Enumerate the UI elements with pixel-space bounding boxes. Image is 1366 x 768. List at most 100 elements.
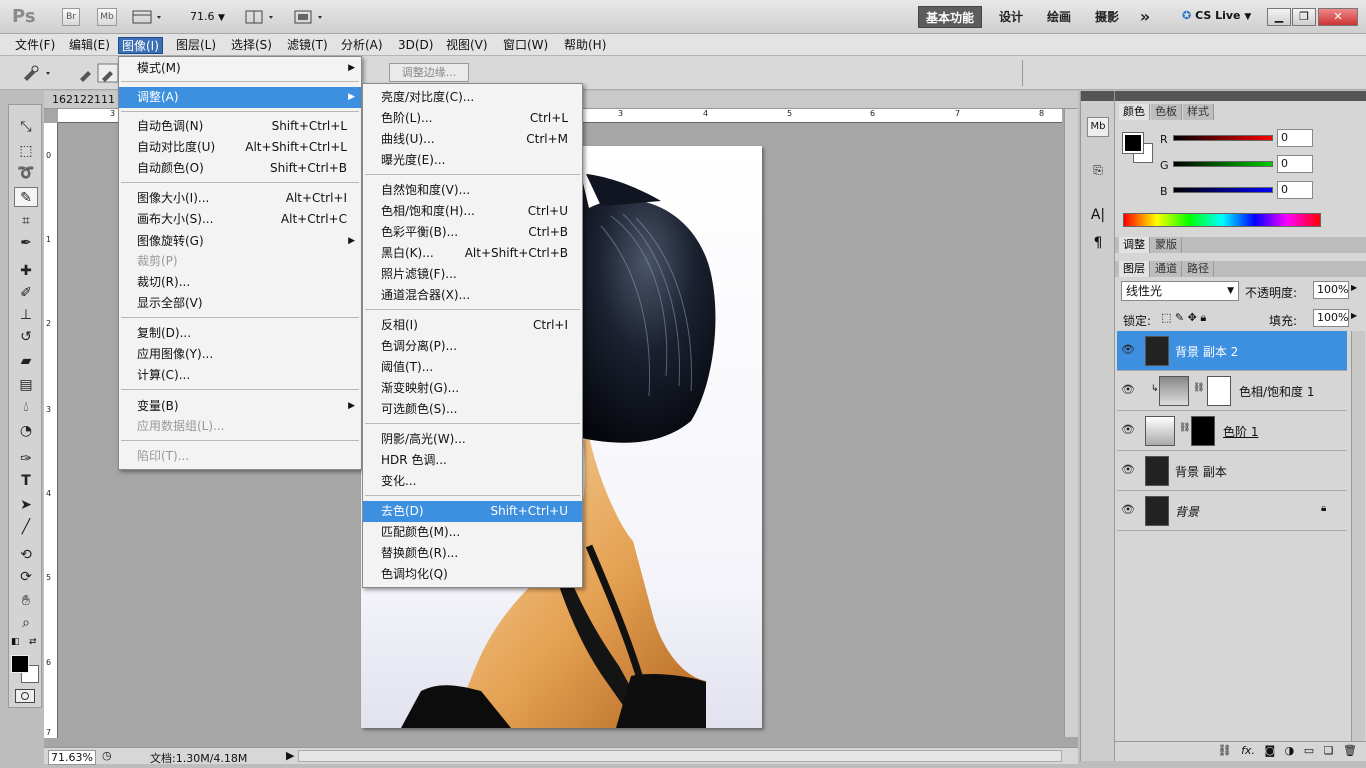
menu-item-variations[interactable]: 变化...	[363, 471, 582, 492]
menu-select[interactable]: 选择(S)	[228, 37, 275, 54]
quick-selection-tool[interactable]: ✎	[14, 187, 38, 207]
menu-item-hue-saturation[interactable]: 色相/饱和度(H)... Ctrl+U	[363, 201, 582, 222]
healing-brush-tool[interactable]: ✚	[14, 261, 38, 281]
green-value[interactable]: 0	[1277, 155, 1313, 173]
menu-item-exposure[interactable]: 曝光度(E)...	[363, 150, 582, 171]
layer-row[interactable]: 👁︎ ⛓︎ 色阶 1	[1117, 411, 1347, 451]
status-zoom[interactable]: 71.63%	[48, 750, 96, 765]
vertical-ruler[interactable]: 0 1 2 3 4 5 6 7	[44, 123, 58, 738]
link-layers-icon[interactable]: ⛓︎	[1218, 744, 1232, 757]
menu-item-photo-filter[interactable]: 照片滤镜(F)...	[363, 264, 582, 285]
tab-layers[interactable]: 图层	[1119, 261, 1150, 277]
blue-slider[interactable]	[1173, 187, 1273, 193]
horizontal-scrollbar[interactable]	[298, 750, 1062, 762]
menu-item-curves[interactable]: 曲线(U)... Ctrl+M	[363, 129, 582, 150]
zoom-level-select[interactable]: 71.6 ▼	[190, 10, 225, 23]
menu-view[interactable]: 视图(V)	[443, 37, 491, 54]
new-group-icon[interactable]: ▭	[1304, 744, 1314, 757]
menu-item-canvas-size[interactable]: 画布大小(S)... Alt+Ctrl+C	[119, 209, 361, 230]
new-layer-icon[interactable]: ❏	[1324, 744, 1334, 757]
minimize-button[interactable]: ▁	[1267, 8, 1291, 26]
menu-file[interactable]: 文件(F)	[12, 37, 58, 54]
3d-orbit-tool[interactable]: ⟳	[14, 567, 38, 587]
mini-bridge-button[interactable]: Mb	[97, 8, 117, 26]
line-tool[interactable]: ╱	[14, 517, 38, 537]
menu-item-shadows-highlights[interactable]: 阴影/高光(W)...	[363, 429, 582, 450]
workspace-essentials[interactable]: 基本功能	[918, 6, 982, 28]
swap-colors-button[interactable]: ⇄	[29, 637, 37, 647]
menu-item-black-white[interactable]: 黑白(K)... Alt+Shift+Ctrl+B	[363, 243, 582, 264]
menu-item-vibrance[interactable]: 自然饱和度(V)...	[363, 180, 582, 201]
status-info-icon[interactable]: ◷	[102, 749, 112, 762]
tab-adjustments[interactable]: 调整	[1119, 237, 1150, 253]
paragraph-panel-button[interactable]: ¶	[1087, 235, 1109, 255]
eye-icon[interactable]: 👁︎	[1121, 423, 1135, 436]
menu-item-trim[interactable]: 裁切(R)...	[119, 272, 361, 293]
layer-row[interactable]: 👁︎ 背景 副本	[1117, 451, 1347, 491]
blue-value[interactable]: 0	[1277, 181, 1313, 199]
menu-3d[interactable]: 3D(D)	[395, 37, 436, 54]
red-slider[interactable]	[1173, 135, 1273, 141]
menu-item-levels[interactable]: 色阶(L)... Ctrl+L	[363, 108, 582, 129]
menu-window[interactable]: 窗口(W)	[500, 37, 551, 54]
trash-icon[interactable]: 🗑︎	[1343, 744, 1357, 757]
green-slider[interactable]	[1173, 161, 1273, 167]
pen-tool[interactable]: ✑	[14, 449, 38, 469]
arrange-documents-button[interactable]	[245, 9, 279, 25]
eraser-tool[interactable]: ▰	[14, 351, 38, 371]
character-panel-button[interactable]: A|	[1087, 207, 1109, 227]
eyedropper-tool[interactable]: ✒	[14, 233, 38, 253]
brush-tool[interactable]: ✐	[14, 283, 38, 303]
eye-icon[interactable]: 👁︎	[1121, 343, 1135, 356]
menu-item-apply-image[interactable]: 应用图像(Y)...	[119, 344, 361, 365]
menu-item-gradient-map[interactable]: 渐变映射(G)...	[363, 378, 582, 399]
menu-item-adjustments[interactable]: 调整(A) ▶	[119, 87, 361, 108]
menu-image[interactable]: 图像(I)	[118, 37, 163, 54]
menu-item-mode[interactable]: 模式(M) ▶	[119, 58, 361, 79]
menu-item-auto-tone[interactable]: 自动色调(N) Shift+Ctrl+L	[119, 116, 361, 137]
color-spectrum-bar[interactable]	[1123, 213, 1321, 227]
eye-icon[interactable]: 👁︎	[1121, 383, 1135, 396]
opacity-input[interactable]: 100%	[1313, 281, 1349, 299]
selection-mode-buttons[interactable]	[76, 63, 120, 83]
menu-item-image-size[interactable]: 图像大小(I)... Alt+Ctrl+I	[119, 188, 361, 209]
menu-item-reveal-all[interactable]: 显示全部(V)	[119, 293, 361, 314]
menu-item-calculations[interactable]: 计算(C)...	[119, 365, 361, 386]
eye-icon[interactable]: 👁︎	[1121, 463, 1135, 476]
blur-tool[interactable]: 💧︎	[14, 397, 38, 417]
layers-scrollbar[interactable]	[1351, 331, 1365, 741]
bridge-button[interactable]: Br	[62, 8, 80, 26]
opacity-arrow[interactable]: ▶	[1351, 283, 1357, 292]
tab-swatches[interactable]: 色板	[1151, 104, 1182, 120]
layer-row[interactable]: 👁︎ ↳ ⛓︎ 色相/饱和度 1	[1117, 371, 1347, 411]
foreground-color-swatch[interactable]	[11, 655, 29, 673]
fill-arrow[interactable]: ▶	[1351, 311, 1357, 320]
menu-item-replace-color[interactable]: 替换颜色(R)...	[363, 543, 582, 564]
menu-item-channel-mixer[interactable]: 通道混合器(X)...	[363, 285, 582, 306]
status-menu-arrow[interactable]: ▶	[286, 749, 294, 762]
refine-edge-button[interactable]: 调整边缘...	[389, 63, 469, 82]
red-value[interactable]: 0	[1277, 129, 1313, 147]
eye-icon[interactable]: 👁︎	[1121, 503, 1135, 516]
tab-styles[interactable]: 样式	[1183, 104, 1214, 120]
clone-stamp-tool[interactable]: ⊥	[14, 305, 38, 325]
adjustment-layer-icon[interactable]: ◑	[1285, 744, 1295, 757]
gradient-tool[interactable]: ▤	[14, 375, 38, 395]
default-colors-button[interactable]: ◧	[11, 637, 20, 647]
add-mask-icon[interactable]: ◙	[1264, 744, 1275, 757]
history-panel-button[interactable]: ⎘	[1087, 163, 1109, 183]
dodge-tool[interactable]: ◔	[14, 421, 38, 441]
menu-item-selective-color[interactable]: 可选颜色(S)...	[363, 399, 582, 420]
menu-item-match-color[interactable]: 匹配颜色(M)...	[363, 522, 582, 543]
menu-item-posterize[interactable]: 色调分离(P)...	[363, 336, 582, 357]
tab-masks[interactable]: 蒙版	[1151, 237, 1182, 253]
menu-item-equalize[interactable]: 色调均化(Q)	[363, 564, 582, 585]
lasso-tool[interactable]: ➰	[14, 163, 38, 183]
close-button[interactable]: ✕	[1318, 8, 1358, 26]
tool-preset-picker[interactable]	[20, 64, 56, 82]
zoom-tool[interactable]: ⌕	[14, 613, 38, 633]
menu-layer[interactable]: 图层(L)	[173, 37, 219, 54]
menu-analysis[interactable]: 分析(A)	[338, 37, 386, 54]
menu-filter[interactable]: 滤镜(T)	[284, 37, 331, 54]
workspace-painting[interactable]: 绘画	[1042, 6, 1076, 28]
